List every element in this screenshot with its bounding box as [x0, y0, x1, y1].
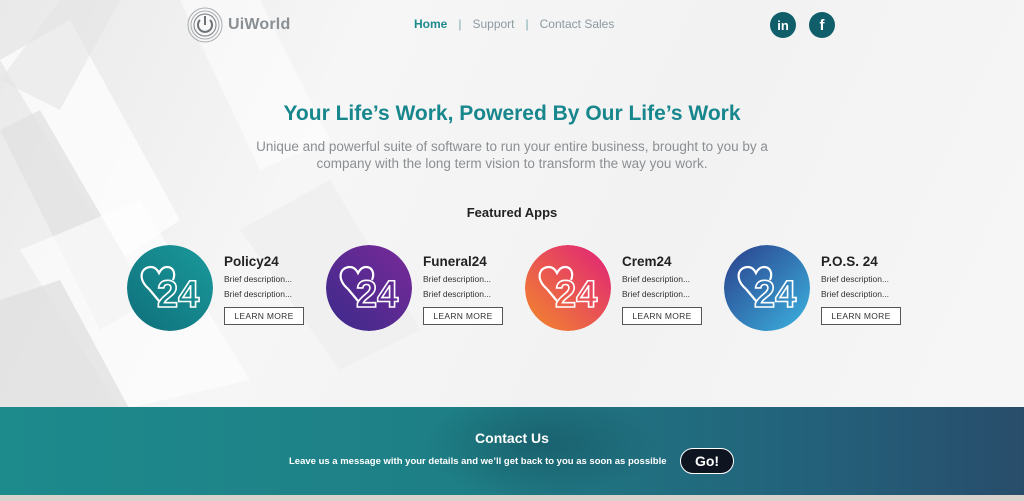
bottom-image-strip [0, 495, 1024, 501]
featured-apps-heading: Featured Apps [466, 205, 558, 220]
nav-support[interactable]: Support [472, 17, 514, 31]
nav-separator: | [458, 17, 462, 31]
logo[interactable]: UiWorld [186, 6, 290, 44]
contact-message: Leave us a message with your details and… [289, 456, 667, 467]
contact-title: Contact Us [475, 430, 549, 446]
app-description: Brief description... [622, 274, 691, 284]
go-button[interactable]: Go! [680, 448, 734, 474]
app-description: Brief description... [224, 289, 293, 299]
app-card-policy24: 24 Policy24 Brief description... Brief d… [127, 245, 317, 335]
app-description: Brief description... [423, 274, 492, 284]
learn-more-button[interactable]: LEARN MORE [622, 307, 702, 325]
app-logo-icon[interactable]: 24 [326, 245, 412, 331]
contact-background-photo [420, 407, 660, 501]
power-logo-icon [187, 7, 223, 43]
app-name: Crem24 [622, 254, 672, 269]
app-card-pos24: 24 P.O.S. 24 Brief description... Brief … [724, 245, 914, 335]
nav-home[interactable]: Home [414, 17, 447, 31]
svg-text:24: 24 [754, 274, 796, 316]
logo-text: UiWorld [228, 16, 291, 33]
app-description: Brief description... [821, 274, 890, 284]
nav-contact-sales[interactable]: Contact Sales [540, 17, 615, 31]
main-nav: Home | Support | Contact Sales [414, 17, 614, 31]
contact-section: Contact Us Leave us a message with your … [0, 407, 1024, 501]
app-description: Brief description... [622, 289, 691, 299]
hero-subtitle: Unique and powerful suite of software to… [256, 139, 768, 171]
app-name: P.O.S. 24 [821, 254, 878, 269]
learn-more-button[interactable]: LEARN MORE [821, 307, 901, 325]
linkedin-icon[interactable]: in [770, 12, 796, 38]
app-description: Brief description... [423, 289, 492, 299]
app-name: Policy24 [224, 254, 279, 269]
svg-text:24: 24 [356, 274, 398, 316]
svg-text:24: 24 [555, 274, 597, 316]
nav-separator: | [525, 17, 529, 31]
app-name: Funeral24 [423, 254, 487, 269]
app-description: Brief description... [821, 289, 890, 299]
app-logo-icon[interactable]: 24 [127, 245, 213, 331]
app-logo-icon[interactable]: 24 [724, 245, 810, 331]
app-card-crem24: 24 Crem24 Brief description... Brief des… [525, 245, 715, 335]
learn-more-button[interactable]: LEARN MORE [423, 307, 503, 325]
svg-text:24: 24 [157, 274, 199, 316]
app-description: Brief description... [224, 274, 293, 284]
facebook-icon[interactable]: f [809, 12, 835, 38]
hero-title: Your Life’s Work, Powered By Our Life’s … [283, 102, 741, 125]
learn-more-button[interactable]: LEARN MORE [224, 307, 304, 325]
app-card-funeral24: 24 Funeral24 Brief description... Brief … [326, 245, 516, 335]
app-logo-icon[interactable]: 24 [525, 245, 611, 331]
